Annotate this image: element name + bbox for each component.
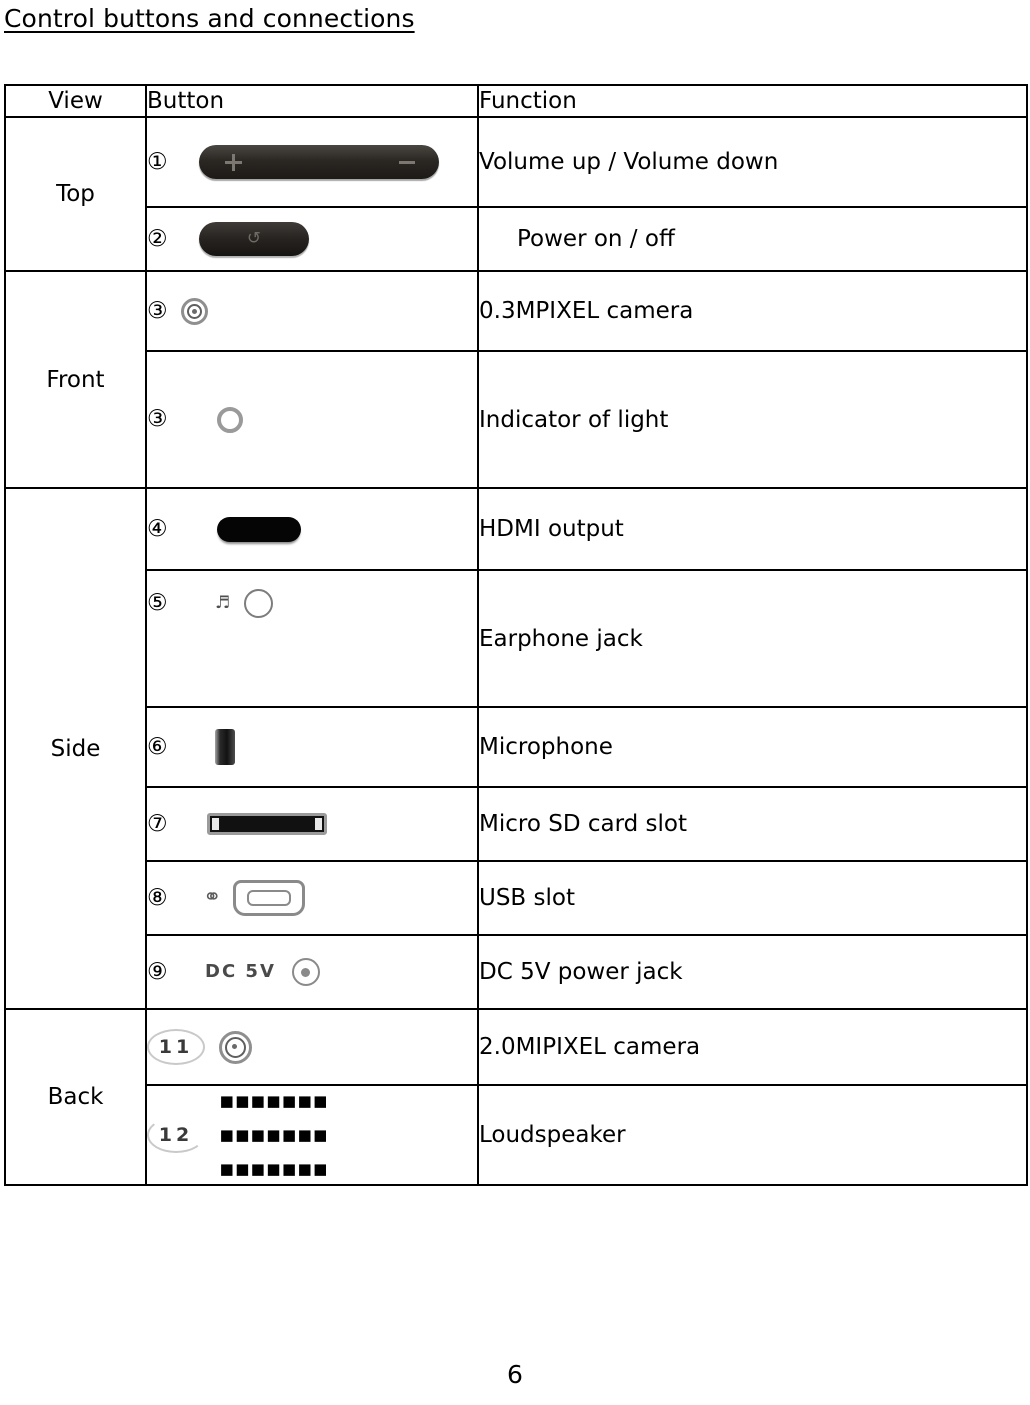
function-cell-5: HDMI output (477, 487, 1028, 571)
button-cell-6: ⑤ ♬ (145, 569, 479, 708)
volume-rocker-icon (199, 145, 439, 179)
item-number-12: 12 (147, 1117, 205, 1153)
table-row: ⑨ DC 5V DC 5V power jack (5, 934, 1028, 1010)
function-cell-12: Loudspeaker (477, 1084, 1028, 1186)
function-cell-2: Power on / off (477, 206, 1028, 272)
column-header-function: Function (477, 84, 1028, 118)
hdmi-port-icon (217, 516, 301, 542)
dc-voltage-label: DC 5V (205, 961, 276, 982)
item-number-4: ④ (147, 515, 168, 542)
item-number-7: ⑦ (147, 810, 168, 837)
table-row: Top ① Volume up / Volume down (4, 116, 1028, 272)
function-cell-1: Volume up / Volume down (477, 116, 1028, 208)
item-number-5: ⑤ (147, 590, 168, 616)
camera-lens-icon (219, 1030, 252, 1064)
column-header-button: Button (145, 84, 479, 118)
button-cell-5: ④ (145, 487, 479, 571)
table-row: Front ③ 0.3MPIXEL camera (4, 270, 1028, 489)
table-row: ③ Indicator of light (5, 350, 1028, 489)
item-number-3: ③ (147, 297, 168, 324)
button-cell-7: ⑥ (145, 706, 479, 788)
page-number: 6 (507, 1360, 523, 1389)
function-cell-11: 2.0MIPIXEL camera (477, 1008, 1028, 1086)
power-button-icon: ↺ (199, 222, 309, 256)
table-header-row: View Button Function (4, 84, 1028, 118)
table-row: ⑦ Micro SD card slot (5, 786, 1028, 862)
button-cell-2: ② ↺ (145, 206, 479, 272)
control-buttons-table: View Button Function Top ① Volume up / V… (4, 84, 1028, 1186)
item-number-1: ① (147, 148, 168, 175)
table-row: ⑧ ⚭ USB slot (5, 860, 1028, 936)
indicator-light-icon (217, 406, 243, 433)
function-cell-10: DC 5V power jack (477, 934, 1028, 1010)
usb-port-icon: ⚭ (203, 880, 306, 916)
button-cell-11: 11 (145, 1008, 479, 1086)
table-row: 12 ▪▪▪▪▪▪▪ ▪▪▪▪▪▪▪ ▪▪▪▪▪▪▪ Loudspeaker (5, 1084, 1028, 1186)
item-number-2: ② (147, 225, 168, 252)
button-cell-1: ① (145, 116, 479, 208)
button-cell-8: ⑦ (145, 786, 479, 862)
column-header-view: View (4, 84, 147, 118)
button-cell-12: 12 ▪▪▪▪▪▪▪ ▪▪▪▪▪▪▪ ▪▪▪▪▪▪▪ (145, 1084, 479, 1186)
page-title: Control buttons and connections (4, 4, 415, 33)
button-cell-9: ⑧ ⚭ (145, 860, 479, 936)
function-cell-3: 0.3MPIXEL camera (477, 270, 1028, 352)
table-row: ② ↺ Power on / off (5, 206, 1028, 272)
function-cell-9: USB slot (477, 860, 1028, 936)
earphone-jack-icon: ♬ (215, 589, 274, 618)
micro-sd-slot-icon (207, 813, 327, 835)
button-cell-3: ③ (145, 270, 479, 352)
view-group-front: Front (4, 270, 147, 489)
item-number-9: ⑨ (147, 958, 168, 985)
button-cell-4: ③ (145, 350, 479, 489)
view-group-side: Side (4, 487, 147, 1010)
camera-lens-icon (181, 297, 208, 325)
function-cell-7: Microphone (477, 706, 1028, 788)
usb-symbol-icon: ⚭ (203, 885, 222, 910)
headphone-glyph-icon: ♬ (215, 593, 231, 613)
function-cell-8: Micro SD card slot (477, 786, 1028, 862)
table-row: Side ④ HDMI output (4, 487, 1028, 1010)
table-row: ⑥ Microphone (5, 706, 1028, 788)
item-number-8: ⑧ (147, 884, 168, 911)
function-cell-6: Earphone jack (477, 569, 1028, 708)
dc-power-jack-icon: DC 5V (205, 957, 320, 987)
microphone-icon (215, 729, 235, 765)
view-group-back: Back (4, 1008, 147, 1186)
table-row: ⑤ ♬ Earphone jack (5, 569, 1028, 708)
item-number-11: 11 (147, 1029, 205, 1065)
item-number-3b: ③ (147, 406, 168, 432)
loudspeaker-grille-icon: ▪▪▪▪▪▪▪ ▪▪▪▪▪▪▪ ▪▪▪▪▪▪▪ (219, 1088, 329, 1182)
item-number-6: ⑥ (147, 733, 168, 760)
view-group-top: Top (4, 116, 147, 272)
button-cell-10: ⑨ DC 5V (145, 934, 479, 1010)
function-cell-4: Indicator of light (477, 350, 1028, 489)
table-row: Back 11 2.0MIPIXEL camera (4, 1008, 1028, 1186)
